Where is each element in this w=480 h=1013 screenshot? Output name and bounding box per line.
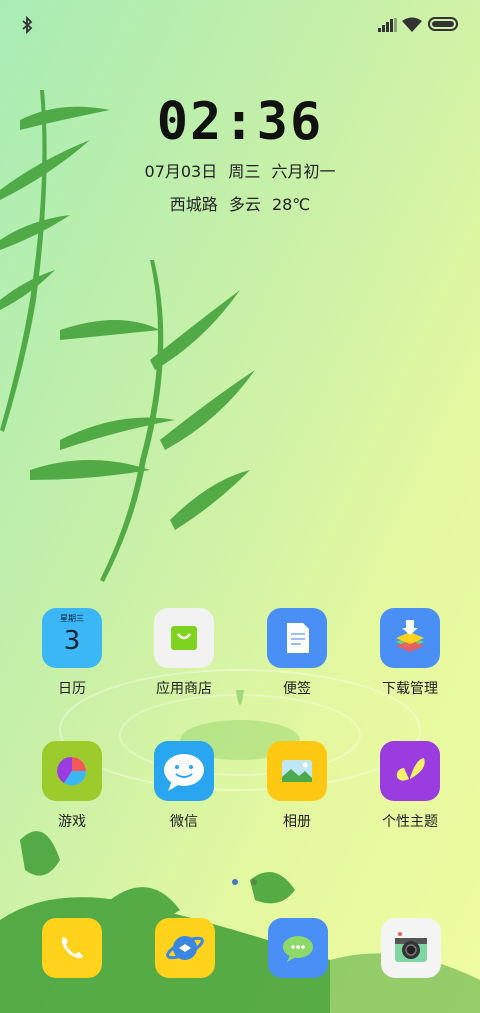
shopping-bag-icon [154, 608, 214, 668]
app-label: 便签 [283, 681, 311, 697]
page-dot[interactable] [251, 879, 258, 885]
app-label: 相册 [283, 814, 311, 830]
wifi-icon [402, 17, 422, 32]
signal-icon [378, 18, 397, 32]
calendar-icon-day: 3 [63, 626, 81, 656]
status-bar [0, 0, 480, 50]
phone-icon[interactable] [42, 918, 102, 978]
weekday-text: 周三 [228, 162, 261, 181]
app-label: 游戏 [58, 814, 86, 830]
app-calendar[interactable]: 星期三 3 日历 [24, 608, 120, 698]
date-text: 07月03日 [144, 162, 218, 181]
app-label: 下载管理 [382, 681, 438, 697]
page-indicator[interactable] [228, 870, 261, 889]
app-notes[interactable]: 便签 [249, 608, 345, 698]
weather-line[interactable]: 西城路 多云 28℃ [0, 191, 480, 215]
app-downloads[interactable]: 下载管理 [362, 608, 458, 698]
butterfly-icon [380, 741, 440, 801]
camera-icon[interactable] [381, 918, 441, 978]
clock-time[interactable]: 02:36 [0, 92, 480, 152]
lunar-date-text: 六月初一 [271, 162, 336, 181]
download-icon [380, 608, 440, 668]
home-screen: 02:36 07月03日 周三 六月初一 西城路 多云 28℃ 星期三 3 日历… [0, 0, 480, 1013]
page-dot-active[interactable] [232, 879, 238, 885]
message-icon[interactable] [268, 918, 328, 978]
bluetooth-icon [22, 16, 33, 34]
photo-icon [267, 741, 327, 801]
weather-condition: 多云 [228, 195, 261, 214]
app-label: 应用商店 [156, 681, 212, 697]
calendar-icon: 星期三 3 [42, 608, 102, 668]
app-label: 日历 [58, 681, 86, 697]
app-games[interactable]: 游戏 [24, 741, 120, 831]
app-store[interactable]: 应用商店 [136, 608, 232, 698]
calendar-icon-weekday: 星期三 [60, 614, 84, 623]
chat-bubble-icon [154, 741, 214, 801]
app-label: 微信 [170, 814, 198, 830]
weather-location: 西城路 [169, 195, 218, 214]
app-themes[interactable]: 个性主题 [362, 741, 458, 831]
weather-temperature: 28℃ [271, 195, 311, 214]
battery-icon [428, 17, 458, 31]
date-line: 07月03日 周三 六月初一 [0, 158, 480, 182]
browser-icon[interactable] [155, 918, 215, 978]
app-wechat[interactable]: 微信 [136, 741, 232, 831]
app-gallery[interactable]: 相册 [249, 741, 345, 831]
app-label: 个性主题 [382, 814, 438, 830]
note-icon [267, 608, 327, 668]
pie-chart-icon [42, 741, 102, 801]
